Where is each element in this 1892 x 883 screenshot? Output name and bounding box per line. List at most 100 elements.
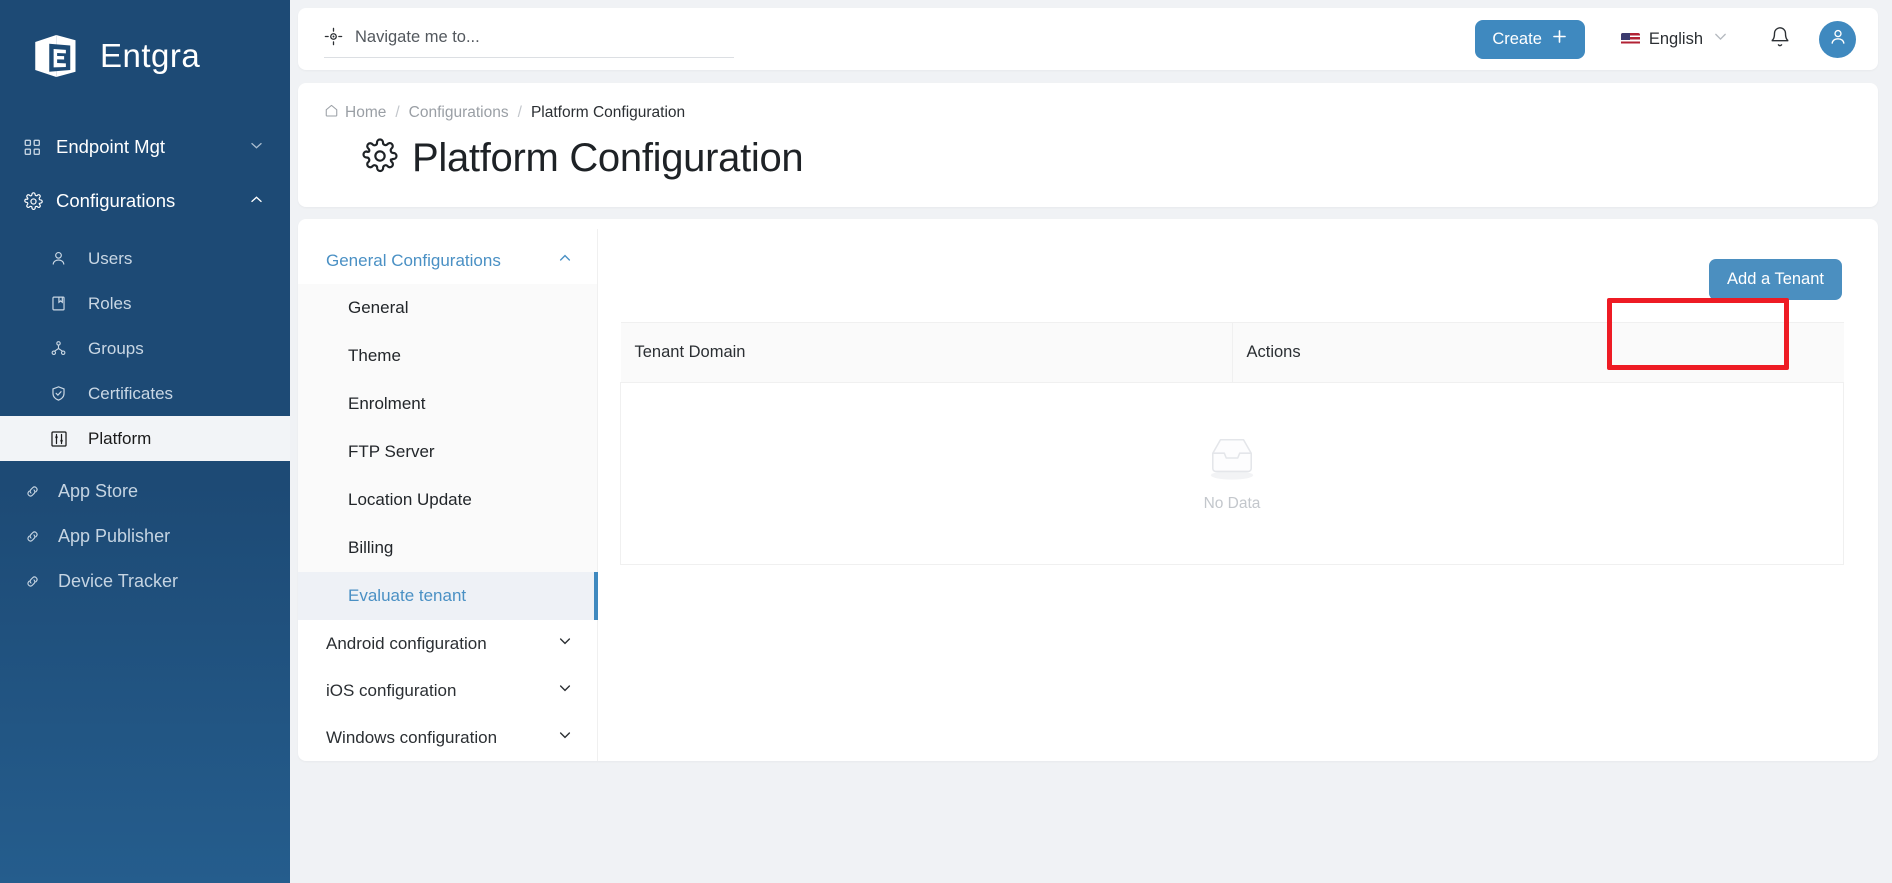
chevron-up-icon xyxy=(557,250,573,271)
cfg-group-ios-configuration[interactable]: iOS configuration xyxy=(298,667,597,714)
cfg-item-enrolment[interactable]: Enrolment xyxy=(298,380,597,428)
cfg-item-location-update[interactable]: Location Update xyxy=(298,476,597,524)
content-card: General Configurations General Theme Enr… xyxy=(298,219,1878,761)
topbar-actions: Create English xyxy=(1475,19,1856,59)
grid-icon xyxy=(24,139,50,156)
sidebar-item-roles[interactable]: Roles xyxy=(0,281,290,326)
sidebar-item-label: App Store xyxy=(58,481,139,501)
sidebar-item-label: Device Tracker xyxy=(58,571,179,591)
language-label: English xyxy=(1648,29,1703,48)
sidebar-item-label: Users xyxy=(88,248,133,268)
global-search[interactable] xyxy=(324,20,734,58)
breadcrumb-current: Platform Configuration xyxy=(530,104,686,121)
cfg-item-evaluate-tenant[interactable]: Evaluate tenant xyxy=(298,572,598,620)
sidebar-item-device-tracker[interactable]: Device Tracker xyxy=(0,559,290,604)
avatar[interactable] xyxy=(1819,20,1856,58)
link-icon xyxy=(24,573,50,590)
gear-icon xyxy=(362,138,398,179)
home-icon xyxy=(324,103,339,123)
cfg-item-billing[interactable]: Billing xyxy=(298,524,597,572)
cfg-group-label: General Configurations xyxy=(326,250,501,270)
column-header-tenant-domain: Tenant Domain xyxy=(620,322,1233,383)
chevron-up-icon xyxy=(249,190,264,212)
sidebar-item-platform[interactable]: Platform xyxy=(0,416,290,461)
user-icon xyxy=(50,250,76,267)
chevron-down-icon xyxy=(1712,28,1729,50)
breadcrumb-home[interactable]: Home xyxy=(324,103,386,123)
sidebar-item-endpoint-mgt[interactable]: Endpoint Mgt xyxy=(0,120,290,174)
cfg-group-label: iOS configuration xyxy=(326,680,457,700)
tenant-table-head: Tenant Domain Actions xyxy=(620,322,1844,383)
sidebar-item-label: App Publisher xyxy=(58,526,171,546)
sidebar-item-app-store[interactable]: App Store xyxy=(0,469,290,514)
sliders-icon xyxy=(50,430,76,448)
main-area: Create English xyxy=(290,0,1892,883)
sidebar-item-label: Roles xyxy=(88,293,132,313)
table-empty-row: No Data xyxy=(620,382,1844,565)
sidebar-item-label: Endpoint Mgt xyxy=(56,136,166,157)
shield-check-icon xyxy=(50,385,76,402)
chevron-down-icon xyxy=(557,633,573,654)
create-button-label: Create xyxy=(1492,29,1542,48)
brand-logo[interactable]: Entgra xyxy=(0,0,290,114)
empty-state-label: No Data xyxy=(1203,495,1261,512)
breadcrumb-configurations[interactable]: Configurations xyxy=(409,104,509,122)
empty-state-cell: No Data xyxy=(620,382,1844,565)
link-icon xyxy=(24,528,50,545)
page-title-text: Platform Configuration xyxy=(412,136,804,180)
breadcrumb-separator: / xyxy=(517,104,522,121)
sidebar: Entgra Endpoint Mgt Configurations Users… xyxy=(0,0,290,883)
page-header-card: Home / Configurations / Platform Configu… xyxy=(298,83,1878,207)
chevron-down-icon xyxy=(249,136,264,158)
sidebar-item-label: Groups xyxy=(88,338,144,358)
breadcrumb-separator: / xyxy=(395,104,400,121)
sidebar-item-configurations[interactable]: Configurations xyxy=(0,174,290,228)
app-root: Entgra Endpoint Mgt Configurations Users… xyxy=(0,0,1892,883)
sidebar-item-label: Configurations xyxy=(56,190,176,211)
cfg-group-label: Windows configuration xyxy=(326,727,498,747)
us-flag-icon xyxy=(1620,32,1640,46)
empty-state: No Data xyxy=(621,434,1843,513)
tenant-table: Tenant Domain Actions No Data xyxy=(620,322,1844,565)
user-avatar-icon xyxy=(1828,27,1848,52)
brand-name: Entgra xyxy=(100,37,201,74)
chevron-down-icon xyxy=(557,727,573,748)
panel-actions: Add a Tenant xyxy=(620,251,1844,322)
column-header-actions: Actions xyxy=(1232,322,1844,383)
tenant-panel: Add a Tenant Tenant Domain Actions No Da… xyxy=(598,229,1878,761)
breadcrumb-home-label: Home xyxy=(345,104,387,121)
empty-inbox-icon xyxy=(1201,434,1263,487)
cfg-group-windows-configuration[interactable]: Windows configuration xyxy=(298,714,597,761)
cfg-item-general[interactable]: General xyxy=(298,284,597,332)
cfg-group-general-configurations[interactable]: General Configurations xyxy=(298,237,597,284)
entgra-cube-logo-icon xyxy=(30,28,86,84)
sidebar-item-groups[interactable]: Groups xyxy=(0,326,290,371)
cfg-group-label: Android configuration xyxy=(326,633,487,653)
plus-icon xyxy=(1551,28,1568,50)
tenant-table-body: No Data xyxy=(620,382,1844,565)
cfg-item-theme[interactable]: Theme xyxy=(298,332,597,380)
sidebar-nav: Endpoint Mgt Configurations Users Roles … xyxy=(0,114,290,604)
sidebar-item-label: Certificates xyxy=(88,383,174,403)
topbar: Create English xyxy=(298,8,1878,70)
groups-icon xyxy=(50,340,76,357)
configuration-menu: General Configurations General Theme Enr… xyxy=(298,229,598,761)
chevron-down-icon xyxy=(557,680,573,701)
add-tenant-button[interactable]: Add a Tenant xyxy=(1709,259,1842,300)
book-icon xyxy=(50,295,76,312)
language-selector[interactable]: English xyxy=(1620,28,1729,50)
cfg-sublist-general: General Theme Enrolment FTP Server Locat… xyxy=(298,284,598,620)
notifications-button[interactable] xyxy=(1769,26,1791,53)
link-icon xyxy=(24,483,50,500)
sidebar-item-certificates[interactable]: Certificates xyxy=(0,371,290,416)
cfg-group-android-configuration[interactable]: Android configuration xyxy=(298,620,597,667)
sidebar-item-label: Platform xyxy=(88,428,152,448)
page-title: Platform Configuration xyxy=(324,136,1852,181)
navigate-crosshair-icon xyxy=(324,27,343,51)
sidebar-item-users[interactable]: Users xyxy=(0,236,290,281)
table-header-row: Tenant Domain Actions xyxy=(620,322,1844,383)
cfg-item-ftp-server[interactable]: FTP Server xyxy=(298,428,597,476)
create-button[interactable]: Create xyxy=(1475,19,1585,59)
sidebar-item-app-publisher[interactable]: App Publisher xyxy=(0,514,290,559)
search-input[interactable] xyxy=(355,27,734,50)
